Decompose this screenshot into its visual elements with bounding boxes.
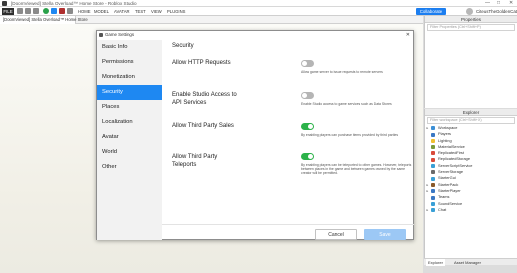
- settings-sidebar: Basic Info Permissions Monetization Securit…: [97, 40, 162, 240]
- tab-model[interactable]: MODEL: [94, 7, 109, 16]
- sidebar-item-permissions[interactable]: Permissions: [97, 55, 162, 70]
- service-icon: [431, 170, 435, 175]
- explorer-item-label: StarterPack: [438, 181, 459, 187]
- expand-arrow-icon[interactable]: ▸: [427, 207, 429, 213]
- dialog-footer: Cancel Save: [162, 224, 414, 240]
- setting-desc-api: Enable Studio access to game services su…: [301, 102, 392, 106]
- toggle-third-party-teleports[interactable]: [301, 153, 314, 160]
- explorer-item-label: Workspace: [438, 125, 458, 130]
- sidebar-item-monetization[interactable]: Monetization: [97, 70, 162, 85]
- service-icon: [431, 138, 435, 143]
- run-icon[interactable]: [51, 8, 57, 14]
- explorer-tree: ▸ Workspace Players Lighting MaterialService…: [425, 125, 517, 213]
- game-settings-dialog: Game Settings ✕ Basic Info Permissions Mon…: [96, 30, 414, 240]
- sidebar-item-localization[interactable]: Localization: [97, 115, 162, 130]
- service-icon: [431, 201, 435, 206]
- explorer-item-label: MaterialService: [438, 143, 465, 149]
- settings-icon: [99, 33, 103, 37]
- service-icon: [431, 182, 435, 187]
- setting-label-teleports: Allow Third Party Teleports: [172, 154, 218, 168]
- service-icon: [431, 176, 435, 181]
- document-tab[interactable]: [DoomViewed] Stella Overload™ Home Store: [0, 16, 88, 24]
- sidebar-item-other[interactable]: Other: [97, 160, 162, 175]
- save-icon[interactable]: [17, 8, 23, 14]
- explorer-item-label: Players: [438, 131, 451, 137]
- properties-title: Properties: [425, 16, 517, 23]
- setting-label-sales: Allow Third Party Sales: [172, 123, 234, 129]
- service-icon: [431, 157, 435, 162]
- sidebar-item-places[interactable]: Places: [97, 100, 162, 115]
- dialog-title-bar: Game Settings: [97, 31, 413, 39]
- tab-test[interactable]: TEST: [135, 7, 146, 16]
- sidebar-item-basic-info[interactable]: Basic Info: [97, 40, 162, 55]
- tab-plugins[interactable]: PLUGINS: [167, 7, 185, 16]
- service-icon: [431, 189, 435, 194]
- close-icon[interactable]: ✕: [406, 31, 410, 39]
- properties-panel: Properties Filter Properties (Ctrl+Shift…: [424, 16, 517, 108]
- close-window-icon[interactable]: ✕: [509, 0, 513, 7]
- explorer-item[interactable]: ▸ Chat: [425, 207, 517, 213]
- dialog-title: Game Settings: [105, 32, 135, 37]
- title-bar: [DoomViewed] Stella Overload™ Home Store…: [0, 0, 517, 7]
- settings-icon[interactable]: [67, 8, 73, 14]
- setting-label-http: Allow HTTP Requests: [172, 60, 231, 66]
- stop-icon[interactable]: [59, 8, 65, 14]
- service-icon: [431, 132, 435, 137]
- settings-content: Security Allow HTTP Requests Allow game …: [162, 40, 414, 240]
- explorer-title: Explorer: [425, 109, 517, 116]
- explorer-filter-input[interactable]: Filter workspace (Ctrl+Shift+X): [427, 117, 515, 124]
- explorer-item-label: StarterPlayer: [438, 187, 461, 193]
- play-icon[interactable]: [43, 8, 49, 14]
- service-icon: [431, 126, 435, 131]
- service-icon: [431, 164, 435, 169]
- explorer-item-label: Teams: [438, 194, 450, 200]
- sidebar-item-world[interactable]: World: [97, 145, 162, 160]
- toggle-api-services[interactable]: [301, 92, 314, 99]
- window-title: [DoomViewed] Stella Overload™ Home Store…: [11, 1, 137, 6]
- service-icon: [431, 208, 435, 213]
- file-menu[interactable]: FILE: [2, 8, 14, 15]
- redo-icon[interactable]: [33, 8, 39, 14]
- menu-bar: FILE HOME MODEL AVATAR TEST VIEW PLUGINS…: [0, 7, 517, 16]
- explorer-item-label: ReplicatedStorage: [438, 156, 471, 162]
- service-icon: [431, 195, 435, 200]
- tab-avatar[interactable]: AVATAR: [114, 7, 130, 16]
- service-icon: [431, 151, 435, 156]
- undo-icon[interactable]: [25, 8, 31, 14]
- bottom-tabs: Explorer Asset Manager: [424, 258, 517, 266]
- setting-label-api: Enable Studio Access to API Services: [172, 92, 237, 106]
- tab-view[interactable]: VIEW: [151, 7, 162, 16]
- explorer-panel: Explorer Filter workspace (Ctrl+Shift+X)…: [424, 109, 517, 258]
- minimize-icon[interactable]: —: [485, 0, 490, 7]
- document-tabs: [DoomViewed] Stella Overload™ Home Store: [0, 16, 423, 24]
- avatar[interactable]: [466, 8, 473, 15]
- setting-desc-sales: By enabling players can purchase items p…: [301, 133, 399, 137]
- tab-explorer[interactable]: Explorer: [426, 259, 445, 266]
- maximize-icon[interactable]: □: [497, 0, 500, 7]
- setting-desc-http: Allow game server to issue requests to r…: [301, 70, 383, 74]
- sidebar-item-security[interactable]: Security: [97, 85, 162, 100]
- toggle-http-requests[interactable]: [301, 60, 314, 67]
- properties-filter-input[interactable]: Filter Properties (Ctrl+Shift+P): [427, 24, 515, 31]
- save-button[interactable]: Save: [364, 229, 406, 240]
- roblox-studio-icon: [2, 1, 7, 6]
- explorer-item-label: ServerScriptService: [438, 162, 473, 168]
- explorer-item-label: Chat: [438, 206, 447, 212]
- explorer-item-label: StarterGui: [438, 175, 456, 181]
- setting-desc-teleports: By enabling players can be teleported to…: [301, 163, 412, 176]
- username[interactable]: CiteusTheGoldenCat: [476, 7, 517, 16]
- cancel-button[interactable]: Cancel: [315, 229, 357, 240]
- toggle-third-party-sales[interactable]: [301, 123, 314, 130]
- sidebar-item-avatar[interactable]: Avatar: [97, 130, 162, 145]
- tab-home[interactable]: HOME: [78, 7, 91, 16]
- explorer-item-label: Lighting: [438, 137, 452, 143]
- explorer-item-label: SoundService: [438, 200, 463, 206]
- service-icon: [431, 145, 435, 150]
- explorer-item-label: ServerStorage: [438, 169, 464, 175]
- explorer-item-label: ReplicatedFirst: [438, 150, 464, 156]
- tab-asset-manager[interactable]: Asset Manager: [454, 259, 481, 266]
- collaborate-button[interactable]: Collaborate: [416, 8, 446, 15]
- section-title: Security: [172, 43, 194, 49]
